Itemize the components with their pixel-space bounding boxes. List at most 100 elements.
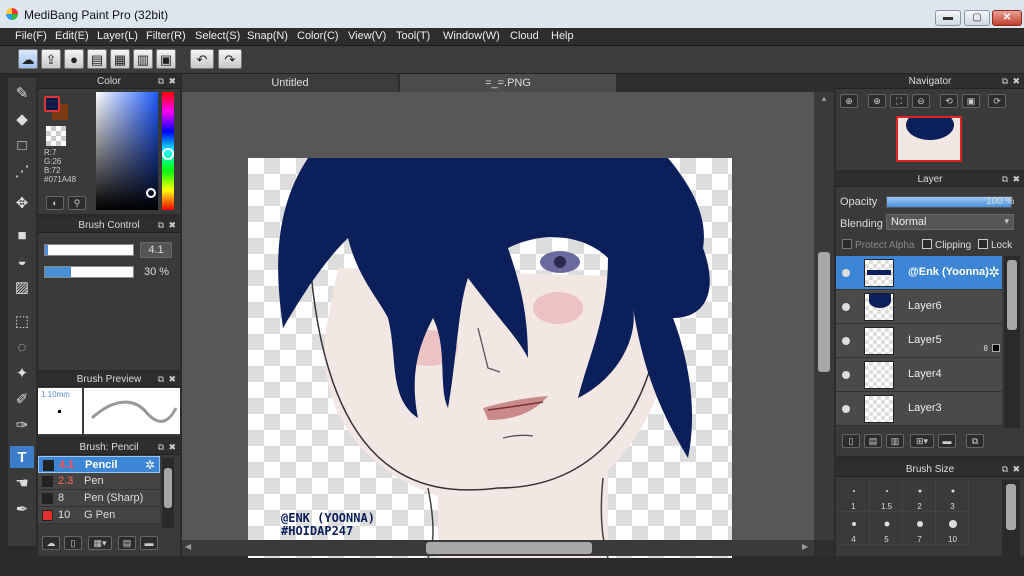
undock-icon[interactable]: ⧉ [1002, 172, 1008, 187]
hue-slider[interactable] [162, 92, 174, 210]
speech-bubble-icon[interactable]: ● [64, 49, 84, 69]
palette-icon[interactable]: ◐ [46, 196, 64, 210]
zoom-out-icon[interactable]: ⊖ [912, 94, 930, 108]
brush-size-cell[interactable]: 4 [838, 513, 870, 545]
maximize-button[interactable]: ▢ [964, 10, 990, 26]
new-8bit-layer-icon[interactable]: ▥ [886, 434, 904, 448]
add-layer-menu-icon[interactable]: ⊞▾ [910, 434, 934, 448]
brush-size-value[interactable]: 4.1 [140, 242, 172, 258]
zoom-in-icon[interactable]: ⊕ [868, 94, 886, 108]
vertical-scrollbar[interactable]: ▲ [814, 92, 834, 540]
transparent-color-swatch[interactable] [46, 126, 66, 146]
close-panel-icon[interactable]: ✖ [1012, 74, 1020, 89]
bucket-tool-icon[interactable]: ◒ [10, 250, 34, 272]
new-brush-icon[interactable]: ▯ [64, 536, 82, 550]
menu-edit[interactable]: Edit(E) [55, 30, 89, 42]
minimize-button[interactable]: ▬ [935, 10, 961, 26]
dot-tool-icon[interactable]: ⋰ [10, 160, 34, 182]
gradient-tool-icon[interactable]: ▨ [10, 276, 34, 298]
menu-view[interactable]: View(V) [348, 30, 386, 42]
select-pen-tool-icon[interactable]: ✐ [10, 388, 34, 410]
panel-layout-icon[interactable]: ▥ [133, 49, 153, 69]
visibility-icon[interactable] [842, 371, 850, 379]
hue-slider-handle[interactable] [162, 148, 174, 160]
scroll-thumb[interactable] [164, 468, 172, 508]
protect-alpha-checkbox[interactable]: Protect Alpha [842, 239, 914, 251]
undo-icon[interactable]: ↶ [190, 49, 214, 69]
close-button[interactable]: ✕ [992, 10, 1022, 26]
select-rect-tool-icon[interactable]: ⬚ [10, 310, 34, 332]
undock-icon[interactable]: ⧉ [158, 74, 164, 89]
close-panel-icon[interactable]: ✖ [1012, 462, 1020, 477]
undock-icon[interactable]: ⧉ [158, 372, 164, 387]
hand-tool-icon[interactable]: ☚ [10, 472, 34, 494]
cloud-brush-icon[interactable]: ☁ [42, 536, 60, 550]
menu-file[interactable]: File(F) [15, 30, 47, 42]
undock-icon[interactable]: ⧉ [158, 440, 164, 455]
fill-rect-tool-icon[interactable]: ■ [10, 224, 34, 246]
visibility-icon[interactable] [842, 337, 850, 345]
artwork[interactable]: @ENK (YOONNA) #HOIDAP247 [248, 158, 732, 558]
cloud-sync-icon[interactable]: ☁ [18, 49, 38, 69]
undock-icon[interactable]: ⧉ [158, 218, 164, 233]
menu-color[interactable]: Color(C) [297, 30, 339, 42]
close-panel-icon[interactable]: ✖ [168, 218, 176, 233]
layer-row-layer5[interactable]: Layer5 8 [836, 324, 1002, 358]
navigator-thumbnail[interactable] [896, 116, 962, 162]
grid-icon[interactable]: ▣ [156, 49, 176, 69]
rotate-right-icon[interactable]: ⟳ [988, 94, 1006, 108]
magic-wand-tool-icon[interactable]: ✦ [10, 362, 34, 384]
close-panel-icon[interactable]: ✖ [168, 372, 176, 387]
brush-item-g-pen[interactable]: 10 G Pen [38, 507, 160, 524]
brush-copy-icon[interactable]: ▤ [118, 536, 136, 550]
gear-icon[interactable]: ✲ [145, 458, 155, 472]
brush-item-pencil[interactable]: 4.1 Pencil ✲ [38, 456, 160, 473]
brush-opacity-slider[interactable] [44, 266, 134, 278]
horizontal-scrollbar[interactable]: ◀ ▶ [182, 540, 814, 556]
brush-tool-icon[interactable]: ✎ [10, 82, 34, 104]
horizontal-scroll-thumb[interactable] [426, 542, 592, 554]
layer-row-layer6[interactable]: Layer6 [836, 290, 1002, 324]
brush-item-pen-sharp[interactable]: 8 Pen (Sharp) [38, 490, 160, 507]
menu-help[interactable]: Help [551, 30, 574, 42]
blending-select[interactable]: Normal ▾ [886, 214, 1014, 230]
scroll-thumb[interactable] [1007, 260, 1017, 330]
brush-size-cell[interactable]: 7 [904, 513, 936, 545]
brush-size-cell[interactable]: 1.5 [871, 480, 903, 512]
scroll-thumb[interactable] [1006, 484, 1016, 530]
scroll-left-icon[interactable]: ◀ [185, 542, 191, 551]
menu-window[interactable]: Window(W) [443, 30, 500, 42]
color-picker-cursor[interactable] [146, 188, 156, 198]
rotate-left-icon[interactable]: ⟲ [940, 94, 958, 108]
close-panel-icon[interactable]: ✖ [168, 74, 176, 89]
close-panel-icon[interactable]: ✖ [1012, 172, 1020, 187]
zoom-fit-icon[interactable]: ⊕ [840, 94, 858, 108]
menu-cloud[interactable]: Cloud [510, 30, 539, 42]
visibility-icon[interactable] [842, 405, 850, 413]
brush-size-cell[interactable]: 3 [937, 480, 969, 512]
redo-icon[interactable]: ↷ [218, 49, 242, 69]
rectangle-tool-icon[interactable]: □ [10, 134, 34, 156]
undock-icon[interactable]: ⧉ [1002, 462, 1008, 477]
folder-icon[interactable]: ▬ [938, 434, 956, 448]
eyedropper-tool-icon[interactable]: ✒ [10, 498, 34, 520]
clipping-checkbox[interactable]: Clipping [922, 239, 971, 251]
scroll-up-icon[interactable]: ▲ [820, 94, 828, 103]
duplicate-layer-icon[interactable]: ⧉ [966, 434, 984, 448]
brush-list-scrollbar[interactable] [162, 458, 174, 528]
close-panel-icon[interactable]: ✖ [168, 440, 176, 455]
tab-untitled[interactable]: Untitled [182, 74, 398, 92]
tab-png[interactable]: =_=.PNG [400, 74, 616, 92]
menu-tool[interactable]: Tool(T) [396, 30, 430, 42]
move-tool-icon[interactable]: ✥ [10, 192, 34, 214]
page-list-icon[interactable]: ▦ [110, 49, 130, 69]
visibility-icon[interactable] [842, 303, 850, 311]
vertical-scroll-thumb[interactable] [818, 252, 830, 372]
layer-row-layer3[interactable]: Layer3 [836, 392, 1002, 426]
layer-row-enk[interactable]: @Enk (Yoonna) ✲ [836, 256, 1002, 290]
new-layer-icon[interactable]: ▯ [842, 434, 860, 448]
fit-window-icon[interactable]: ⛶ [890, 94, 908, 108]
select-eraser-tool-icon[interactable]: ✑ [10, 414, 34, 436]
menu-select[interactable]: Select(S) [195, 30, 240, 42]
text-tool-icon[interactable]: T [10, 446, 34, 468]
